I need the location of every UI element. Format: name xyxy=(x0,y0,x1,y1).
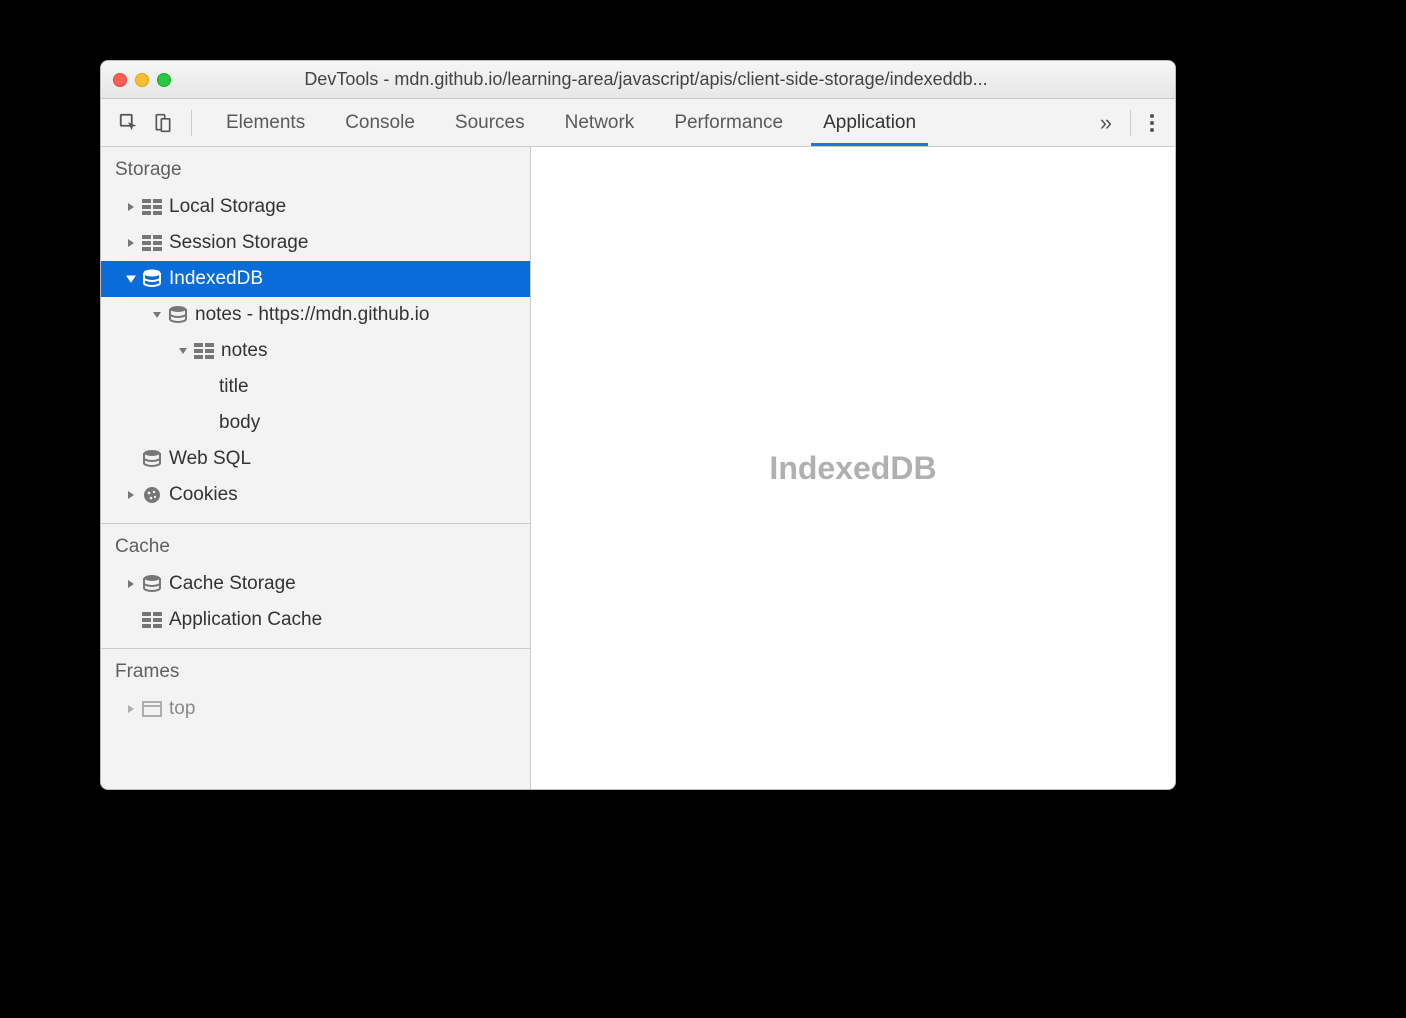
main-panel: IndexedDB xyxy=(531,147,1175,789)
tree-label: Local Storage xyxy=(169,196,286,218)
tree-label: Cache Storage xyxy=(169,573,296,595)
tabs: Elements Console Sources Network Perform… xyxy=(206,99,936,146)
chevron-right-icon xyxy=(123,235,139,251)
tab-application[interactable]: Application xyxy=(803,99,936,146)
kebab-menu-icon[interactable] xyxy=(1137,112,1167,134)
tab-network[interactable]: Network xyxy=(545,99,655,146)
table-icon xyxy=(141,609,163,631)
tab-console[interactable]: Console xyxy=(325,99,435,146)
window-controls xyxy=(113,73,171,87)
database-icon xyxy=(141,573,163,595)
group-header-storage: Storage xyxy=(101,147,530,189)
tabs-overflow-icon[interactable]: » xyxy=(1088,110,1124,136)
tree-label: title xyxy=(219,376,249,398)
tree-item-db-notes[interactable]: notes - https://mdn.github.io xyxy=(101,297,530,333)
group-header-frames: Frames xyxy=(101,649,530,691)
tree-label: Application Cache xyxy=(169,609,322,631)
tabbar-left xyxy=(109,110,206,136)
tree-item-store-notes[interactable]: notes xyxy=(101,333,530,369)
tree-item-cache-storage[interactable]: Cache Storage xyxy=(101,566,530,602)
chevron-right-icon xyxy=(123,487,139,503)
database-icon xyxy=(141,268,163,290)
tree-item-application-cache[interactable]: Application Cache xyxy=(101,602,530,638)
inspect-icon[interactable] xyxy=(117,111,141,135)
divider xyxy=(1130,110,1131,136)
tree-item-index-title[interactable]: title xyxy=(101,369,530,405)
chevron-down-icon xyxy=(149,307,165,323)
tabbar: Elements Console Sources Network Perform… xyxy=(101,99,1175,147)
tree-label: top xyxy=(169,698,195,720)
tab-elements[interactable]: Elements xyxy=(206,99,325,146)
group-header-cache: Cache xyxy=(101,524,530,566)
device-toggle-icon[interactable] xyxy=(151,111,175,135)
devtools-window: DevTools - mdn.github.io/learning-area/j… xyxy=(100,60,1176,790)
tree-label: notes - https://mdn.github.io xyxy=(195,304,429,326)
window-title: DevTools - mdn.github.io/learning-area/j… xyxy=(189,69,1163,90)
tree-item-web-sql[interactable]: Web SQL xyxy=(101,441,530,477)
table-icon xyxy=(141,196,163,218)
minimize-icon[interactable] xyxy=(135,73,149,87)
table-icon xyxy=(141,232,163,254)
frame-icon xyxy=(141,698,163,720)
tab-sources[interactable]: Sources xyxy=(435,99,545,146)
chevron-down-icon xyxy=(175,343,191,359)
sidebar: Storage Local Storage xyxy=(101,147,531,789)
tree-label: IndexedDB xyxy=(169,268,263,290)
chevron-right-icon xyxy=(123,199,139,215)
body: Storage Local Storage xyxy=(101,147,1175,789)
tree-label: Cookies xyxy=(169,484,238,506)
chevron-down-icon xyxy=(123,271,139,287)
zoom-icon[interactable] xyxy=(157,73,171,87)
tab-performance[interactable]: Performance xyxy=(654,99,803,146)
tree-label: Web SQL xyxy=(169,448,251,470)
tree-label: body xyxy=(219,412,260,434)
placeholder-text: IndexedDB xyxy=(769,450,936,487)
close-icon[interactable] xyxy=(113,73,127,87)
table-icon xyxy=(193,340,215,362)
tree-item-cookies[interactable]: Cookies xyxy=(101,477,530,513)
divider xyxy=(191,110,192,136)
tree-item-indexeddb[interactable]: IndexedDB xyxy=(101,261,530,297)
database-icon xyxy=(167,304,189,326)
titlebar: DevTools - mdn.github.io/learning-area/j… xyxy=(101,61,1175,99)
chevron-right-icon xyxy=(123,576,139,592)
cookie-icon xyxy=(141,484,163,506)
tree-item-local-storage[interactable]: Local Storage xyxy=(101,189,530,225)
tree-item-session-storage[interactable]: Session Storage xyxy=(101,225,530,261)
tree-item-index-body[interactable]: body xyxy=(101,405,530,441)
database-icon xyxy=(141,448,163,470)
tree-label: Session Storage xyxy=(169,232,308,254)
tree-item-frame-top[interactable]: top xyxy=(101,691,530,727)
chevron-right-icon xyxy=(123,701,139,717)
tree-label: notes xyxy=(221,340,267,362)
